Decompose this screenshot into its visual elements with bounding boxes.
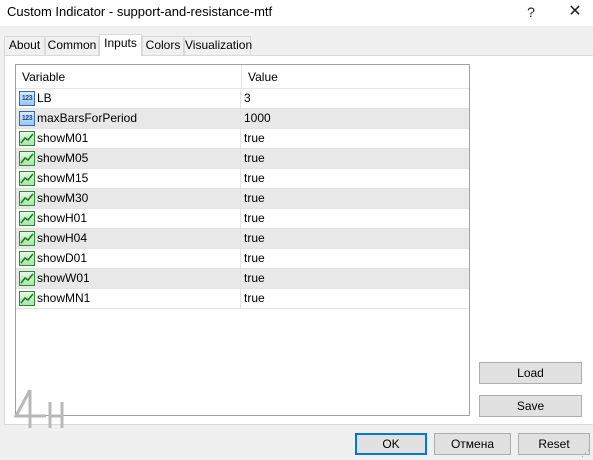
variable-name: showM30 bbox=[37, 189, 241, 208]
cancel-button[interactable]: Отмена bbox=[434, 433, 511, 455]
variable-name: showH01 bbox=[37, 209, 241, 228]
numeric-icon: 123 bbox=[19, 91, 35, 106]
variable-value[interactable]: true bbox=[244, 189, 468, 208]
boolean-icon bbox=[19, 271, 35, 286]
table-row[interactable]: 123 maxBarsForPeriod 1000 bbox=[16, 109, 469, 129]
variable-value[interactable]: true bbox=[244, 229, 468, 248]
variable-name: showM05 bbox=[37, 149, 241, 168]
variable-name: showM15 bbox=[37, 169, 241, 188]
boolean-icon bbox=[19, 171, 35, 186]
variable-value[interactable]: true bbox=[244, 129, 468, 148]
variable-name: showMN1 bbox=[37, 289, 241, 308]
tab-inputs[interactable]: Inputs bbox=[99, 34, 142, 56]
table-header: Variable Value bbox=[16, 65, 469, 89]
variable-value[interactable]: true bbox=[244, 169, 468, 188]
tab-visualization[interactable]: Visualization bbox=[184, 36, 252, 55]
variable-name: maxBarsForPeriod bbox=[37, 109, 241, 128]
table-row[interactable]: showH01 true bbox=[16, 209, 469, 229]
reset-button[interactable]: Reset bbox=[518, 433, 590, 455]
help-icon[interactable]: ? bbox=[520, 2, 542, 22]
table-row[interactable]: showM30 true bbox=[16, 189, 469, 209]
table-body: 123 LB 3 123 maxBarsForPeriod 1000 showM01 true… bbox=[16, 89, 469, 309]
ok-button[interactable]: OK bbox=[355, 433, 427, 455]
inputs-table: Variable Value 123 LB 3 123 maxBarsForPeriod… bbox=[15, 64, 470, 416]
boolean-icon bbox=[19, 151, 35, 166]
table-row[interactable]: showM15 true bbox=[16, 169, 469, 189]
title-bar: Custom Indicator - support-and-resistanc… bbox=[0, 0, 593, 26]
column-header-variable[interactable]: Variable bbox=[16, 65, 242, 89]
window-title: Custom Indicator - support-and-resistanc… bbox=[7, 4, 273, 19]
variable-name: showD01 bbox=[37, 249, 241, 268]
table-row[interactable]: showM05 true bbox=[16, 149, 469, 169]
boolean-icon bbox=[19, 291, 35, 306]
table-row[interactable]: showD01 true bbox=[16, 249, 469, 269]
table-row[interactable]: showM01 true bbox=[16, 129, 469, 149]
column-header-value[interactable]: Value bbox=[242, 65, 469, 89]
boolean-icon bbox=[19, 231, 35, 246]
variable-value[interactable]: true bbox=[244, 209, 468, 228]
variable-value[interactable]: true bbox=[244, 269, 468, 288]
tab-common[interactable]: Common bbox=[45, 36, 99, 55]
variable-value[interactable]: true bbox=[244, 149, 468, 168]
boolean-icon bbox=[19, 191, 35, 206]
variable-name: LB bbox=[37, 89, 241, 108]
close-icon[interactable]: ✕ bbox=[564, 2, 586, 22]
table-row[interactable]: showMN1 true bbox=[16, 289, 469, 309]
variable-value[interactable]: true bbox=[244, 249, 468, 268]
tab-colors[interactable]: Colors bbox=[142, 36, 184, 55]
variable-value[interactable]: true bbox=[244, 289, 468, 308]
watermark-logo bbox=[13, 389, 64, 428]
resize-grip-icon[interactable]: ⋰ bbox=[581, 448, 591, 458]
table-row[interactable]: 123 LB 3 bbox=[16, 89, 469, 109]
variable-name: showW01 bbox=[37, 269, 241, 288]
variable-value[interactable]: 1000 bbox=[244, 109, 468, 128]
tab-about[interactable]: About bbox=[4, 36, 45, 55]
table-row[interactable]: showH04 true bbox=[16, 229, 469, 249]
variable-name: showH04 bbox=[37, 229, 241, 248]
boolean-icon bbox=[19, 131, 35, 146]
load-button[interactable]: Load bbox=[479, 362, 582, 384]
save-button[interactable]: Save bbox=[479, 395, 582, 417]
table-row[interactable]: showW01 true bbox=[16, 269, 469, 289]
boolean-icon bbox=[19, 251, 35, 266]
variable-name: showM01 bbox=[37, 129, 241, 148]
boolean-icon bbox=[19, 211, 35, 226]
variable-value[interactable]: 3 bbox=[244, 89, 468, 108]
tab-strip: About Common Inputs Colors Visualization bbox=[4, 34, 593, 56]
numeric-icon: 123 bbox=[19, 111, 35, 126]
